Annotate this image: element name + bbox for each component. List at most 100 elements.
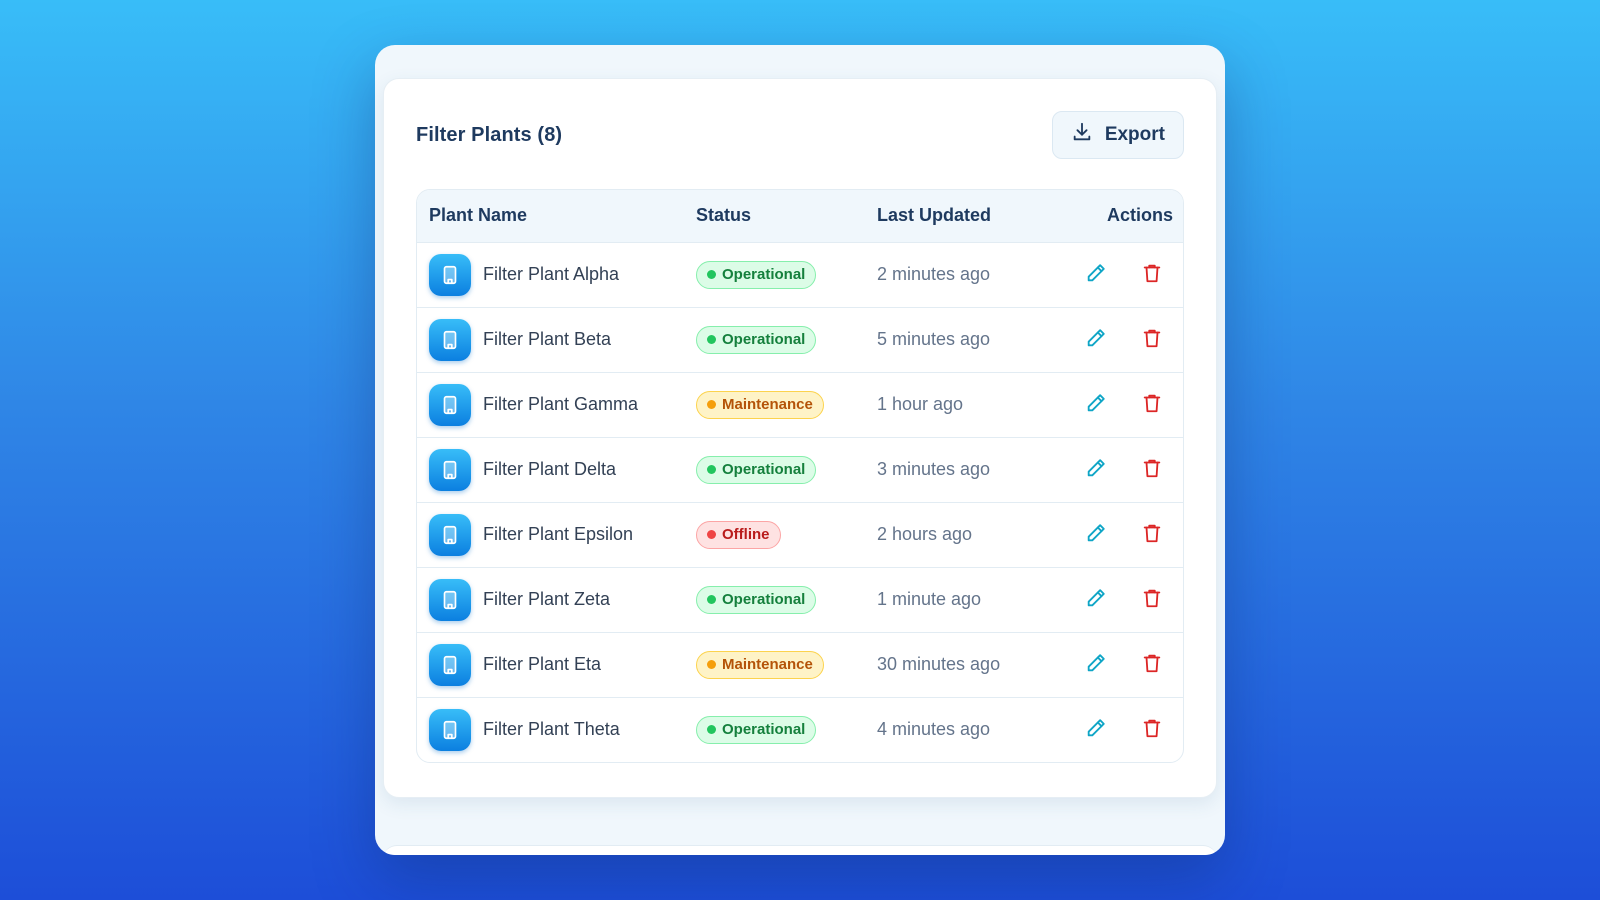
- last-updated: 4 minutes ago: [877, 719, 991, 740]
- table-row[interactable]: Filter Plant Alpha Operational 2 minutes…: [417, 242, 1183, 307]
- trash-icon: [1141, 457, 1163, 482]
- plant-name: Filter Plant Beta: [483, 329, 612, 349]
- plant-name: Filter Plant Epsilon: [483, 524, 634, 544]
- table-row[interactable]: Filter Plant Epsilon Offline 2 hours ago: [417, 502, 1183, 567]
- edit-button[interactable]: [1083, 392, 1109, 418]
- status-dot: [707, 725, 716, 735]
- last-updated: 3 minutes ago: [877, 459, 991, 479]
- plant-name: Filter Plant Delta: [483, 459, 617, 479]
- status-label: Offline: [722, 526, 770, 543]
- edit-button[interactable]: [1083, 262, 1109, 288]
- export-button[interactable]: Export: [1051, 111, 1184, 159]
- table-body: Filter Plant Alpha Operational 2 minutes…: [417, 242, 1183, 762]
- status-badge: Operational: [696, 715, 817, 744]
- status-dot: [707, 530, 716, 539]
- pencil-icon: [1085, 587, 1107, 612]
- table-row[interactable]: Filter Plant Theta Operational 4 minutes…: [417, 697, 1183, 762]
- building-icon: [429, 448, 471, 491]
- plant-name: Filter Plant Zeta: [483, 589, 611, 609]
- edit-button[interactable]: [1083, 587, 1109, 613]
- status-dot: [707, 465, 716, 474]
- outer-panel: Filter Plants (8) Export Plant Name Stat…: [375, 45, 1225, 855]
- trash-icon: [1141, 327, 1163, 352]
- export-label: Export: [1104, 124, 1165, 145]
- status-badge: Operational: [696, 325, 817, 354]
- status-dot: [707, 270, 716, 279]
- building-icon: [429, 643, 471, 686]
- trash-icon: [1141, 522, 1163, 547]
- trash-icon: [1141, 587, 1163, 612]
- delete-button[interactable]: [1139, 262, 1165, 288]
- delete-button[interactable]: [1139, 457, 1165, 483]
- filter-plants-card: Filter Plants (8) Export Plant Name Stat…: [383, 78, 1217, 798]
- status-dot: [707, 335, 716, 344]
- delete-button[interactable]: [1139, 587, 1165, 613]
- last-updated: 1 minute ago: [877, 589, 982, 609]
- building-icon: [429, 708, 471, 751]
- status-dot: [707, 660, 716, 669]
- building-icon: [429, 253, 471, 296]
- pencil-icon: [1085, 522, 1107, 547]
- last-updated: 1 hour ago: [877, 394, 964, 414]
- pencil-icon: [1085, 652, 1107, 677]
- building-icon: [429, 383, 471, 426]
- delete-button[interactable]: [1139, 522, 1165, 548]
- plant-name: Filter Plant Alpha: [483, 264, 620, 284]
- status-label: Operational: [722, 266, 806, 283]
- edit-button[interactable]: [1083, 327, 1109, 353]
- column-header-actions: Actions: [1045, 190, 1183, 243]
- plant-name: Filter Plant Gamma: [483, 394, 639, 414]
- status-badge: Operational: [696, 455, 817, 484]
- edit-button[interactable]: [1083, 652, 1109, 678]
- delete-button[interactable]: [1139, 652, 1165, 678]
- plants-table: Plant Name Status Last Updated Actions F…: [416, 189, 1184, 763]
- delete-button[interactable]: [1139, 717, 1165, 743]
- status-badge: Operational: [696, 260, 817, 289]
- last-updated: 5 minutes ago: [877, 329, 991, 349]
- status-label: Operational: [722, 331, 806, 348]
- pencil-icon: [1085, 717, 1107, 742]
- column-header-last-updated[interactable]: Last Updated: [865, 190, 1045, 243]
- edit-button[interactable]: [1083, 717, 1109, 743]
- column-header-plant-name[interactable]: Plant Name: [417, 190, 684, 243]
- table-row[interactable]: Filter Plant Delta Operational 3 minutes…: [417, 437, 1183, 502]
- trash-icon: [1141, 262, 1163, 287]
- card-title: Filter Plants (8): [416, 123, 563, 146]
- status-label: Maintenance: [722, 656, 813, 673]
- last-updated: 2 hours ago: [877, 524, 973, 544]
- pencil-icon: [1085, 392, 1107, 417]
- status-label: Operational: [722, 721, 806, 739]
- delete-button[interactable]: [1139, 392, 1165, 418]
- edit-button[interactable]: [1083, 522, 1109, 548]
- status-badge: Maintenance: [696, 650, 824, 679]
- status-label: Operational: [722, 461, 806, 478]
- last-updated: 30 minutes ago: [877, 654, 1001, 674]
- table-row[interactable]: Filter Plant Gamma Maintenance 1 hour ag…: [417, 372, 1183, 437]
- status-badge: Maintenance: [696, 390, 824, 419]
- building-icon: [429, 513, 471, 556]
- trash-icon: [1141, 392, 1163, 417]
- plant-name: Filter Plant Theta: [483, 719, 620, 740]
- card-header: Filter Plants (8) Export: [416, 111, 1184, 159]
- edit-button[interactable]: [1083, 457, 1109, 483]
- next-card-edge: [383, 845, 1217, 855]
- status-dot: [707, 400, 716, 409]
- table-row[interactable]: Filter Plant Beta Operational 5 minutes …: [417, 307, 1183, 372]
- table-row[interactable]: Filter Plant Zeta Operational 1 minute a…: [417, 567, 1183, 632]
- pencil-icon: [1085, 262, 1107, 287]
- plant-name: Filter Plant Eta: [483, 654, 602, 674]
- building-icon: [429, 318, 471, 361]
- last-updated: 2 minutes ago: [877, 264, 991, 284]
- status-dot: [707, 595, 716, 604]
- building-icon: [429, 578, 471, 621]
- pencil-icon: [1085, 327, 1107, 352]
- table-header-row: Plant Name Status Last Updated Actions: [417, 190, 1183, 243]
- delete-button[interactable]: [1139, 327, 1165, 353]
- status-label: Operational: [722, 591, 806, 608]
- status-badge: Operational: [696, 585, 817, 614]
- trash-icon: [1141, 652, 1163, 677]
- column-header-status[interactable]: Status: [684, 190, 865, 243]
- pencil-icon: [1085, 457, 1107, 482]
- trash-icon: [1141, 717, 1163, 742]
- table-row[interactable]: Filter Plant Eta Maintenance 30 minutes …: [417, 632, 1183, 697]
